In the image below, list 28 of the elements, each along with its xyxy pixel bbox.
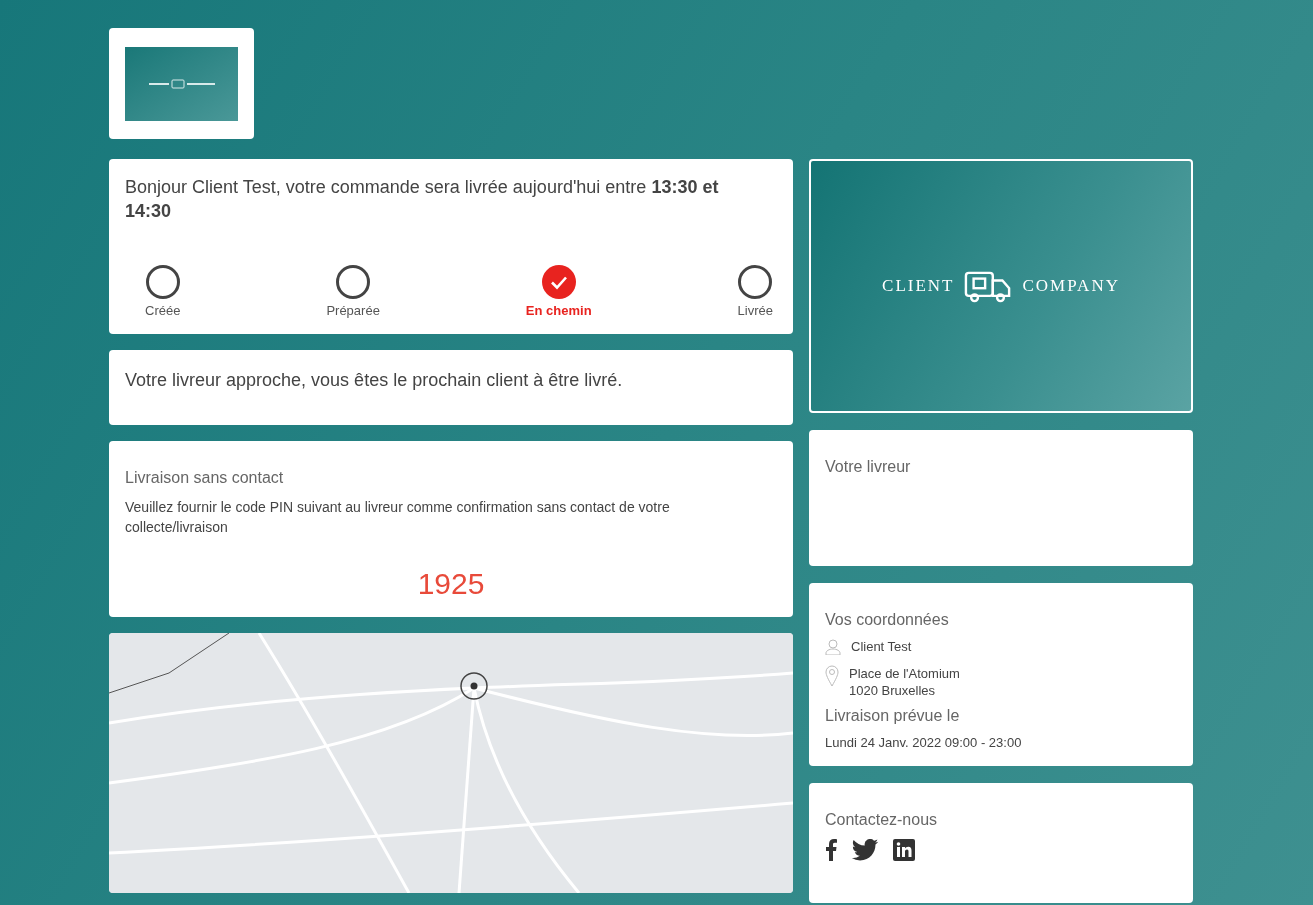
empty-circle-icon bbox=[738, 265, 773, 299]
card-title: Contactez-nous bbox=[825, 811, 939, 829]
person-icon bbox=[825, 639, 841, 655]
delivery-date: Lundi 24 Janv. 2022 09:00 - 23:00 bbox=[825, 735, 1023, 750]
location-pin-icon bbox=[825, 665, 839, 687]
company-logo: CLIENT COMPANY bbox=[809, 159, 1193, 413]
check-circle-icon bbox=[541, 265, 576, 299]
twitter-icon[interactable] bbox=[851, 839, 879, 861]
notice-text: Votre livreur approche, vous êtes le prochain client à être livré. bbox=[125, 369, 624, 392]
status-step[interactable]: Livrée bbox=[737, 265, 773, 318]
facebook-icon[interactable] bbox=[825, 839, 837, 861]
empty-circle-icon bbox=[336, 265, 371, 299]
delivery-message: Bonjour Client Test, votre commande sera livrée aujourd'hui entre 13:30 et 14:30 bbox=[125, 176, 720, 223]
linkedin-icon[interactable] bbox=[893, 839, 915, 861]
status-step[interactable]: Créée bbox=[145, 265, 181, 318]
address-line: 1020 Bruxelles bbox=[849, 682, 936, 699]
card-title: Livraison prévue le bbox=[825, 707, 961, 725]
address-line: Place de l'Atomium bbox=[849, 665, 960, 682]
truck-icon bbox=[964, 269, 1013, 303]
empty-circle-icon bbox=[145, 265, 180, 299]
pin-code: 1925 bbox=[417, 567, 485, 601]
card-title: Livraison sans contact bbox=[125, 469, 285, 487]
pin-instructions: Veuillez fournir le code PIN suivant au livreur comme confirmation sans contact de votre collecte/livraison bbox=[125, 498, 671, 537]
status-step[interactable]: En chemin bbox=[525, 265, 592, 318]
status-step[interactable]: Préparée bbox=[326, 265, 380, 318]
card-title: Votre livreur bbox=[825, 458, 912, 476]
customer-name: Client Test bbox=[851, 639, 912, 654]
card-title: Vos coordonnées bbox=[825, 611, 950, 629]
